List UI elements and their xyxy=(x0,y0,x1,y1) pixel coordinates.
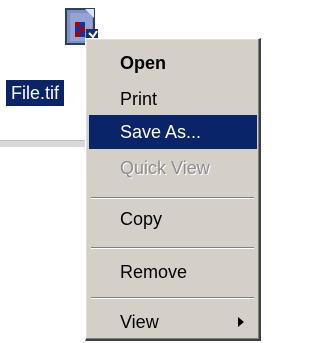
context-menu-view[interactable]: View xyxy=(89,305,257,339)
context-menu-save-as[interactable]: Save As... xyxy=(89,115,257,149)
menu-separator xyxy=(91,297,254,299)
file-name-label[interactable]: File.tif xyxy=(6,80,65,106)
chevron-right-icon xyxy=(238,317,244,327)
context-menu-open[interactable]: Open xyxy=(89,46,257,80)
desktop-file-item[interactable]: File.tif xyxy=(0,0,98,147)
context-menu-remove[interactable]: Remove xyxy=(89,255,257,289)
context-menu-copy[interactable]: Copy xyxy=(89,202,257,236)
context-menu-print[interactable]: Print xyxy=(89,82,257,116)
context-menu: Open Print Save As... Quick View Copy Re… xyxy=(85,38,261,341)
context-menu-quick-view: Quick View xyxy=(120,158,210,178)
context-menu-view-label: View xyxy=(120,312,159,332)
menu-separator xyxy=(91,247,254,249)
file-area-edge-divider xyxy=(0,140,88,147)
menu-separator xyxy=(91,197,254,199)
